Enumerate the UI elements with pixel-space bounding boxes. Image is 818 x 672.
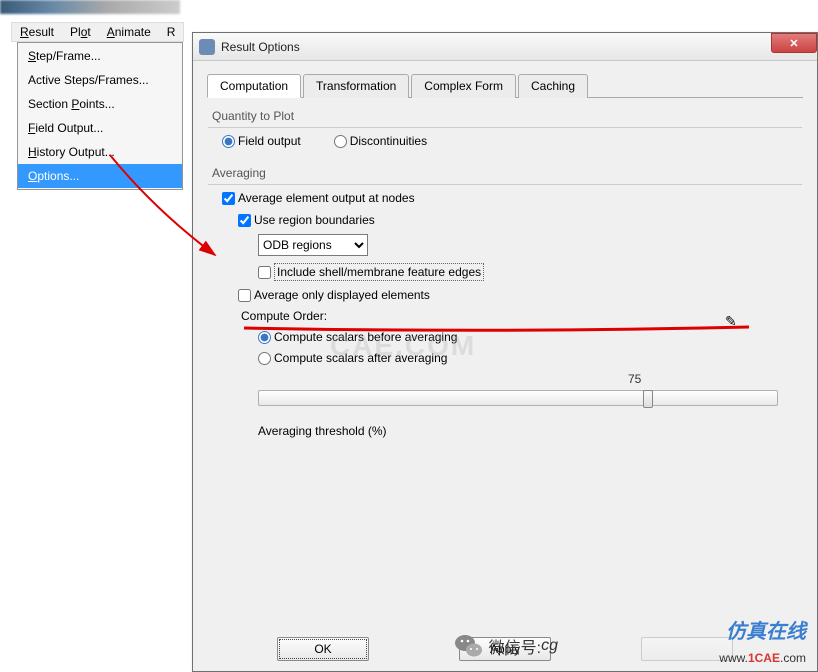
menu-plot[interactable]: Plot (62, 23, 99, 41)
radio-scalars-after[interactable] (258, 352, 271, 365)
label-scalars-before: Compute scalars before averaging (274, 330, 457, 344)
menu-partial[interactable]: R (159, 23, 184, 41)
label-use-region: Use region boundaries (254, 213, 375, 227)
menu-field-output[interactable]: Field Output... (18, 116, 182, 140)
label-field-output: Field output (238, 134, 301, 148)
menu-step-frame[interactable]: Step/Frame... (18, 44, 182, 68)
button-partial[interactable] (641, 637, 733, 661)
label-compute-order: Compute Order: (241, 309, 327, 323)
menu-result[interactable]: Result (12, 23, 62, 41)
menu-history-output[interactable]: History Output... (18, 140, 182, 164)
result-options-dialog: Result Options ✕ Computation Transformat… (192, 32, 818, 672)
radio-discontinuities[interactable] (334, 135, 347, 148)
radio-scalars-before[interactable] (258, 331, 271, 344)
label-discontinuities: Discontinuities (350, 134, 427, 148)
tabs: Computation Transformation Complex Form … (207, 73, 803, 98)
slider-value: 75 (628, 372, 641, 386)
group-quantity-to-plot: Quantity to Plot (208, 107, 802, 128)
tab-caching[interactable]: Caching (518, 74, 588, 98)
label-avg-nodes: Average element output at nodes (238, 191, 415, 205)
checkbox-avg-nodes[interactable] (222, 192, 235, 205)
checkbox-include-shell[interactable] (258, 266, 271, 279)
result-dropdown: Step/Frame... Active Steps/Frames... Sec… (17, 42, 183, 190)
dialog-icon (199, 39, 215, 55)
dialog-titlebar[interactable]: Result Options ✕ (193, 33, 817, 61)
checkbox-use-region[interactable] (238, 214, 251, 227)
dialog-title: Result Options (221, 40, 817, 54)
group-averaging: Averaging (208, 164, 802, 185)
label-avg-displayed: Average only displayed elements (254, 288, 430, 302)
ok-button[interactable]: OK (277, 637, 369, 661)
tab-transformation[interactable]: Transformation (303, 74, 409, 98)
menu-animate[interactable]: Animate (99, 23, 159, 41)
label-include-shell: Include shell/membrane feature edges (274, 263, 484, 281)
apply-button[interactable]: Apply (459, 637, 551, 661)
menubar: Result Plot Animate R (11, 22, 184, 42)
label-scalars-after: Compute scalars after averaging (274, 351, 447, 365)
slider-thumb[interactable] (643, 390, 653, 408)
tab-computation[interactable]: Computation (207, 74, 301, 98)
slider-track[interactable] (258, 390, 778, 406)
radio-field-output[interactable] (222, 135, 235, 148)
select-region[interactable]: ODB regions (258, 234, 368, 256)
label-threshold: Averaging threshold (%) (258, 424, 802, 438)
parent-window-titlebar (0, 0, 180, 14)
button-bar: OK Apply (193, 627, 817, 671)
tab-complex-form[interactable]: Complex Form (411, 74, 516, 98)
close-button[interactable]: ✕ (771, 33, 817, 53)
menu-active-steps[interactable]: Active Steps/Frames... (18, 68, 182, 92)
checkbox-avg-displayed[interactable] (238, 289, 251, 302)
menu-options[interactable]: Options... (18, 164, 182, 188)
menu-section-points[interactable]: Section Points... (18, 92, 182, 116)
